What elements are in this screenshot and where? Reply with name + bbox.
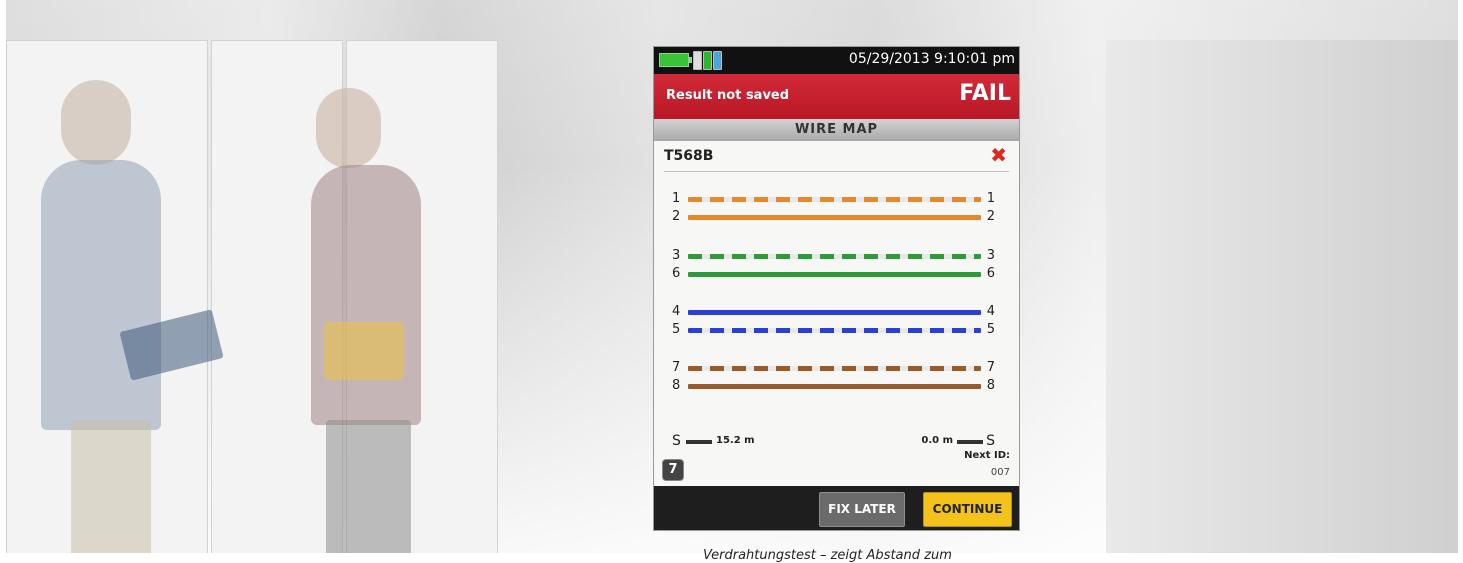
standard-name: T568B	[664, 148, 714, 164]
wire-right-pin: 1	[986, 191, 995, 206]
wire-map: 1 1 2 2 3 3 6 6 4 4 5 5 7 7 8 8 S 15.2 m 0.0 mS	[654, 172, 1019, 449]
wire-pair-1: 11	[672, 191, 995, 206]
shield-left-label: S	[672, 433, 681, 449]
shield-left-line	[686, 440, 712, 444]
tester-device	[324, 322, 404, 380]
wire-pair-5: 44	[672, 304, 995, 319]
bottom-bar: FIX LATER CONTINUE	[654, 486, 1019, 530]
wire-left-pin: 4	[672, 304, 681, 319]
wire-line	[688, 272, 981, 277]
wire-pair-4: 66	[672, 266, 995, 281]
server-rack	[1106, 40, 1458, 553]
wire-left-pin: 5	[672, 322, 681, 337]
result-banner: Result not saved FAIL	[654, 74, 1019, 119]
wire-line	[688, 310, 981, 315]
battery-cells-icon	[693, 51, 725, 70]
shield-left-distance: 15.2 m	[716, 435, 755, 446]
caption: Verdrahtungstest – zeigt Abstand zum	[703, 548, 952, 563]
battery-icon	[659, 53, 692, 67]
wire-left-pin: 6	[672, 266, 681, 281]
wire-right-pin: 8	[986, 378, 995, 393]
wire-pair-8: 88	[672, 378, 995, 393]
wire-pair-3: 33	[672, 248, 995, 263]
wire-right-pin: 6	[986, 266, 995, 281]
person-body	[41, 160, 161, 430]
person-legs	[326, 420, 411, 553]
next-id-value: 007	[990, 467, 1010, 478]
wire-line	[688, 384, 981, 389]
wire-line	[688, 197, 981, 202]
shield-row: S 15.2 m 0.0 m S	[672, 433, 995, 450]
person-head	[316, 88, 381, 168]
person-legs	[71, 420, 151, 553]
person-body	[311, 165, 421, 425]
wire-right-pin: 2	[986, 209, 995, 224]
wire-pair-7: 77	[672, 360, 995, 375]
wire-left-pin: 3	[672, 248, 681, 263]
wire-line	[688, 254, 981, 259]
screen-title: WIRE MAP	[654, 119, 1019, 141]
shield-right-label: S	[986, 433, 995, 449]
wire-line	[688, 215, 981, 220]
next-id-label: Next ID:	[964, 450, 1010, 461]
wire-pair-6: 55	[672, 322, 995, 337]
continue-button[interactable]: CONTINUE	[923, 492, 1012, 527]
shield-right-distance: 0.0 m	[921, 435, 953, 446]
shield-right-line	[957, 440, 983, 444]
wire-left-pin: 8	[672, 378, 681, 393]
wire-right-pin: 7	[986, 360, 995, 375]
wire-line	[688, 328, 981, 333]
status-bar: 05/29/2013 9:10:01 pm	[654, 47, 1019, 74]
wire-right-pin: 4	[986, 304, 995, 319]
tester-screen: 05/29/2013 9:10:01 pm Result not saved F…	[654, 47, 1019, 530]
datetime: 05/29/2013 9:10:01 pm	[848, 51, 1015, 67]
wire-right-pin: 5	[986, 322, 995, 337]
wire-left-pin: 2	[672, 209, 681, 224]
wire-right-pin: 3	[986, 248, 995, 263]
wire-line	[688, 366, 981, 371]
wire-left-pin: 1	[672, 191, 681, 206]
count-badge[interactable]: 7	[663, 460, 683, 480]
standard-row: T568B ✖	[664, 141, 1009, 172]
red-x-icon: ✖	[990, 143, 1007, 167]
person-head	[61, 80, 131, 165]
verdict: FAIL	[959, 81, 1011, 106]
wire-pair-2: 22	[672, 209, 995, 224]
fix-later-button[interactable]: FIX LATER	[819, 492, 905, 527]
result-message: Result not saved	[666, 88, 790, 103]
wire-left-pin: 7	[672, 360, 681, 375]
